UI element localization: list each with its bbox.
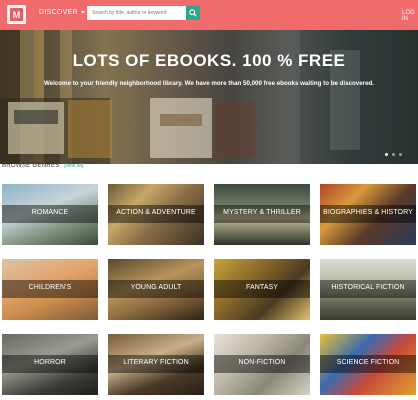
- hero-title: LOTS OF EBOOKS. 100 % FREE: [72, 51, 346, 70]
- genre-label: HISTORICAL FICTION: [331, 284, 405, 291]
- carousel-dot-2[interactable]: [392, 153, 395, 156]
- genre-label: ACTION & ADVENTURE: [116, 209, 196, 216]
- search-icon: [189, 9, 197, 17]
- genre-tile-action-adventure[interactable]: ACTION & ADVENTURE: [108, 184, 204, 245]
- genre-label: BIOGRAPHIES & HISTORY: [323, 209, 413, 216]
- genre-tile-literary-fiction[interactable]: LITERARY FICTION: [108, 334, 204, 395]
- top-navigation-bar: M DISCOVER LOG IN: [0, 0, 418, 30]
- genre-label: MYSTERY & THRILLER: [223, 209, 301, 216]
- genre-tile-romance[interactable]: ROMANCE: [2, 184, 98, 245]
- genre-label: HORROR: [34, 359, 66, 366]
- genre-label: YOUNG ADULT: [130, 284, 182, 291]
- view-all-link[interactable]: [view all]: [64, 163, 83, 169]
- genre-tile-biographies-history[interactable]: BIOGRAPHIES & HISTORY: [320, 184, 416, 245]
- search-input[interactable]: [87, 6, 186, 20]
- site-logo[interactable]: M: [7, 5, 26, 24]
- genre-label: LITERARY FICTION: [123, 359, 189, 366]
- carousel-dot-3[interactable]: [399, 153, 402, 156]
- search-button[interactable]: [186, 6, 200, 20]
- genre-tile-childrens[interactable]: CHILDREN'S: [2, 259, 98, 320]
- genre-label: SCIENCE FICTION: [336, 359, 400, 366]
- genre-tile-young-adult[interactable]: YOUNG ADULT: [108, 259, 204, 320]
- genre-label: ROMANCE: [31, 209, 69, 216]
- genre-tile-fantasy[interactable]: FANTASY: [214, 259, 310, 320]
- discover-menu[interactable]: DISCOVER: [39, 9, 85, 16]
- genre-label: NON-FICTION: [238, 359, 286, 366]
- genre-label: FANTASY: [245, 284, 279, 291]
- genre-label: CHILDREN'S: [28, 284, 72, 291]
- genre-tile-historical-fiction[interactable]: HISTORICAL FICTION: [320, 259, 416, 320]
- browse-genres-heading: BROWSE GENRES: [2, 163, 60, 169]
- chevron-down-icon: [80, 11, 85, 14]
- hero-subtitle: Welcome to your friendly neighborhood li…: [43, 80, 375, 87]
- genre-tile-non-fiction[interactable]: NON-FICTION: [214, 334, 310, 395]
- genre-tile-horror[interactable]: HORROR: [2, 334, 98, 395]
- carousel-dot-1[interactable]: [385, 153, 388, 156]
- genre-tile-mystery-thriller[interactable]: MYSTERY & THRILLER: [214, 184, 310, 245]
- discover-label: DISCOVER: [39, 9, 78, 16]
- logo-letter: M: [10, 8, 23, 21]
- carousel-dots: [385, 153, 402, 156]
- genre-tile-science-fiction[interactable]: SCIENCE FICTION: [320, 334, 416, 395]
- login-link[interactable]: LOG IN: [402, 10, 418, 22]
- hero-banner: LOTS OF EBOOKS. 100 % FREE Welcome to yo…: [0, 30, 418, 164]
